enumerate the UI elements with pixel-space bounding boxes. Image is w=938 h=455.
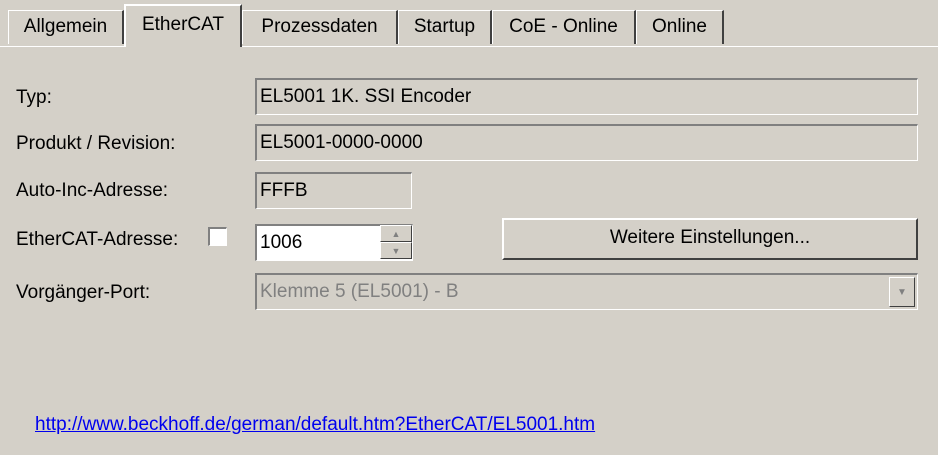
typ-field: EL5001 1K. SSI Encoder: [255, 78, 918, 115]
triangle-up-icon: ▲: [391, 228, 401, 239]
produkt-revision-field: EL5001-0000-0000: [255, 124, 918, 161]
auto-inc-adresse-label: Auto-Inc-Adresse:: [16, 180, 169, 201]
tab-prozessdaten[interactable]: Prozessdaten: [242, 10, 398, 44]
ethercat-panel: Typ: EL5001 1K. SSI Encoder Produkt / Re…: [0, 47, 938, 455]
tab-coe-online[interactable]: CoE - Online: [492, 10, 636, 44]
vorgaenger-port-label: Vorgänger-Port:: [16, 282, 151, 303]
tab-strip: Allgemein EtherCAT Prozessdaten Startup …: [0, 0, 938, 47]
triangle-down-icon: ▼: [391, 245, 401, 256]
ethercat-adresse-label: EtherCAT-Adresse:: [16, 229, 179, 250]
beckhoff-info-link[interactable]: http://www.beckhoff.de/german/default.ht…: [35, 414, 595, 436]
ethercat-adresse-spinner[interactable]: ▲ ▼: [380, 225, 412, 259]
ethercat-adresse-value: 1006: [260, 232, 303, 253]
auto-inc-adresse-field: FFFB: [255, 172, 412, 209]
tab-allgemein[interactable]: Allgemein: [8, 10, 124, 44]
tab-startup[interactable]: Startup: [398, 10, 492, 44]
combo-dropdown-button[interactable]: ▼: [889, 277, 915, 307]
spin-down-button[interactable]: ▼: [380, 242, 412, 259]
ethercat-adresse-checkbox[interactable]: [208, 227, 227, 246]
tab-ethercat[interactable]: EtherCAT: [124, 4, 242, 47]
typ-label: Typ:: [16, 87, 52, 108]
vorgaenger-port-value: Klemme 5 (EL5001) - B: [260, 281, 459, 302]
chevron-down-icon: ▼: [897, 286, 907, 298]
vorgaenger-port-select[interactable]: Klemme 5 (EL5001) - B ▼: [255, 273, 918, 310]
spin-up-button[interactable]: ▲: [380, 225, 412, 242]
produkt-revision-label: Produkt / Revision:: [16, 133, 176, 154]
weitere-einstellungen-button[interactable]: Weitere Einstellungen...: [502, 218, 918, 260]
tab-online[interactable]: Online: [636, 10, 724, 44]
